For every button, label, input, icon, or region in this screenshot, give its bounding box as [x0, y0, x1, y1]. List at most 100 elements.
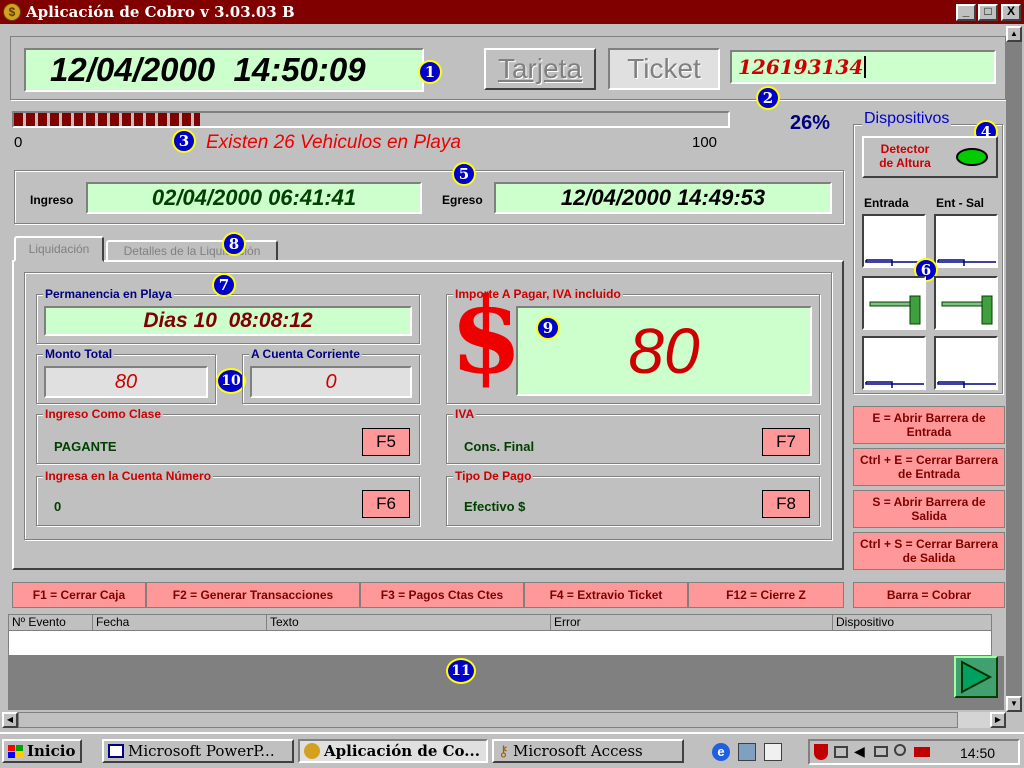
f7-select-iva-button[interactable]: F7	[762, 428, 810, 456]
col-error[interactable]: Error	[551, 615, 833, 630]
scroll-up-button[interactable]: ▲	[1006, 26, 1022, 42]
scroll-down-button[interactable]: ▼	[1006, 696, 1022, 712]
callout-badge-2: 2	[756, 86, 780, 110]
scroll-left-button[interactable]: ◀	[2, 712, 18, 728]
event-grid-header: Nº Evento Fecha Texto Error Dispositivo	[9, 615, 991, 631]
callout-badge-1: 1	[418, 60, 442, 84]
barrier-icon	[869, 295, 921, 325]
f1-close-cash-button[interactable]: F1 = Cerrar Caja	[12, 582, 146, 608]
cobrar-spacebar-button[interactable]: Barra = Cobrar	[853, 582, 1005, 608]
f2-generate-transactions-button[interactable]: F2 = Generar Transacciones	[146, 582, 360, 608]
tray-clock[interactable]: 14:50	[960, 745, 995, 761]
f5-select-class-button[interactable]: F5	[362, 428, 410, 456]
taskbar-item-aplicacion[interactable]: Aplicación de Co...	[298, 739, 488, 763]
dollar-sign-icon: $	[450, 274, 523, 397]
h-scroll-thumb[interactable]	[18, 712, 958, 728]
f6-select-account-button[interactable]: F6	[362, 490, 410, 518]
antivirus-shield-icon[interactable]	[814, 744, 828, 760]
money-bag-icon	[304, 743, 320, 759]
sensor-icon	[865, 381, 924, 388]
event-log-area	[8, 656, 1004, 710]
entrada-sensor-box[interactable]	[862, 214, 926, 268]
ticket-button[interactable]: Ticket	[608, 48, 720, 90]
f4-lost-ticket-button[interactable]: F4 = Extravio Ticket	[524, 582, 688, 608]
col-nro-evento[interactable]: Nº Evento	[9, 615, 93, 630]
f8-select-payment-button[interactable]: F8	[762, 490, 810, 518]
maximize-button[interactable]: □	[978, 4, 998, 21]
taskbar-item-label: Microsoft PowerP...	[128, 742, 275, 760]
callout-badge-5: 5	[452, 162, 476, 186]
ent-sal-exit-sensor-box[interactable]	[934, 336, 998, 390]
tab-detalles[interactable]: Detalles de la Liquidación	[106, 240, 278, 262]
taskbar-item-access[interactable]: ⚷ Microsoft Access	[492, 739, 684, 763]
iva-label: IVA	[453, 407, 477, 421]
play-button[interactable]	[954, 656, 998, 698]
network-icon[interactable]	[834, 746, 848, 758]
progress-max-label: 100	[692, 134, 718, 151]
entrada-column-label: Entrada	[864, 196, 909, 210]
vehicle-count-message: Existen 26 Vehiculos en Playa	[206, 132, 461, 153]
ent-sal-column-label: Ent - Sal	[936, 196, 985, 210]
taskbar-item-powerpoint[interactable]: Microsoft PowerP...	[102, 739, 294, 763]
dispositivos-title: Dispositivos	[862, 110, 952, 128]
hint-close-entry-barrier: Ctrl + E = Cerrar Barrera de Entrada	[853, 448, 1005, 486]
progress-min-label: 0	[14, 134, 23, 151]
ent-sal-barrier-box[interactable]	[934, 276, 998, 330]
clock-display: 12/04/2000 14:50:09	[24, 48, 424, 92]
f12-z-close-button[interactable]: F12 = Cierre Z	[688, 582, 844, 608]
horizontal-scrollbar[interactable]: ◀ ▶	[2, 712, 1006, 728]
volume-icon[interactable]: ◀	[854, 743, 865, 760]
entrada-barrier-box[interactable]	[862, 276, 926, 330]
tab-liquidacion[interactable]: Liquidación	[14, 236, 104, 262]
scroll-thumb[interactable]	[1006, 42, 1022, 696]
clase-value: PAGANTE	[54, 439, 117, 454]
col-fecha[interactable]: Fecha	[93, 615, 267, 630]
ticket-number-input[interactable]: 126193134	[730, 50, 996, 84]
height-detector-label: Detector de Altura	[879, 142, 931, 170]
salida-sensor-box[interactable]	[862, 336, 926, 390]
quick-launch-desktop-icon[interactable]	[738, 743, 756, 761]
scroll-right-button[interactable]: ▶	[990, 712, 1006, 728]
taskbar: Inicio Microsoft PowerP... Aplicación de…	[0, 732, 1024, 768]
sensor-icon	[937, 259, 996, 266]
col-dispositivo[interactable]: Dispositivo	[833, 615, 991, 630]
ingreso-value: 02/04/2000 06:41:41	[151, 185, 357, 210]
egreso-field: 12/04/2000 14:49:53	[494, 182, 832, 214]
height-detector: Detector de Altura	[862, 136, 998, 178]
f3-account-payments-button[interactable]: F3 = Pagos Ctas Ctes	[360, 582, 524, 608]
monto-total-value: 80	[114, 370, 138, 393]
cuenta-corriente-field: 0	[250, 366, 412, 398]
hint-open-exit-barrier: S = Abrir Barrera de Salida	[853, 490, 1005, 528]
ent-sal-sensor-box[interactable]	[934, 214, 998, 268]
close-button[interactable]: X	[1001, 4, 1021, 21]
tarjeta-button[interactable]: Tarjeta	[484, 48, 596, 90]
event-grid[interactable]: Nº Evento Fecha Texto Error Dispositivo	[8, 614, 992, 656]
sensor-icon	[937, 381, 996, 388]
monitor-icon[interactable]	[874, 746, 888, 757]
monto-total-field: 80	[44, 366, 208, 398]
window-title: Aplicación de Cobro v 3.03.03 B	[26, 3, 295, 21]
powerpoint-icon	[108, 744, 124, 758]
quick-launch-ie-icon[interactable]: e	[712, 743, 730, 761]
ingreso-field: 02/04/2000 06:41:41	[86, 182, 422, 214]
minimize-button[interactable]: _	[956, 4, 976, 21]
permanencia-field: Dias 10 08:08:12	[44, 306, 412, 336]
text-caret	[864, 56, 867, 78]
barrier-icon	[941, 295, 993, 325]
hint-open-entry-barrier: E = Abrir Barrera de Entrada	[853, 406, 1005, 444]
title-bar[interactable]: $ Aplicación de Cobro v 3.03.03 B _ □ X	[0, 0, 1024, 24]
start-label: Inicio	[27, 742, 76, 760]
vertical-scrollbar[interactable]: ▲ ▼	[1006, 26, 1022, 712]
iva-value: Cons. Final	[464, 439, 535, 454]
col-texto[interactable]: Texto	[267, 615, 551, 630]
tipo-pago-label: Tipo De Pago	[453, 469, 534, 483]
power-meter-icon[interactable]	[914, 747, 930, 757]
cuenta-corriente-value: 0	[325, 370, 337, 393]
start-button[interactable]: Inicio	[2, 739, 82, 763]
hint-close-exit-barrier: Ctrl + S = Cerrar Barrera de Salida	[853, 532, 1005, 570]
search-icon[interactable]	[894, 744, 906, 756]
occupancy-percent: 26%	[790, 112, 831, 134]
tipo-pago-value: Efectivo $	[464, 499, 526, 514]
app-icon: $	[3, 3, 21, 21]
quick-launch-channels-icon[interactable]	[764, 743, 782, 761]
